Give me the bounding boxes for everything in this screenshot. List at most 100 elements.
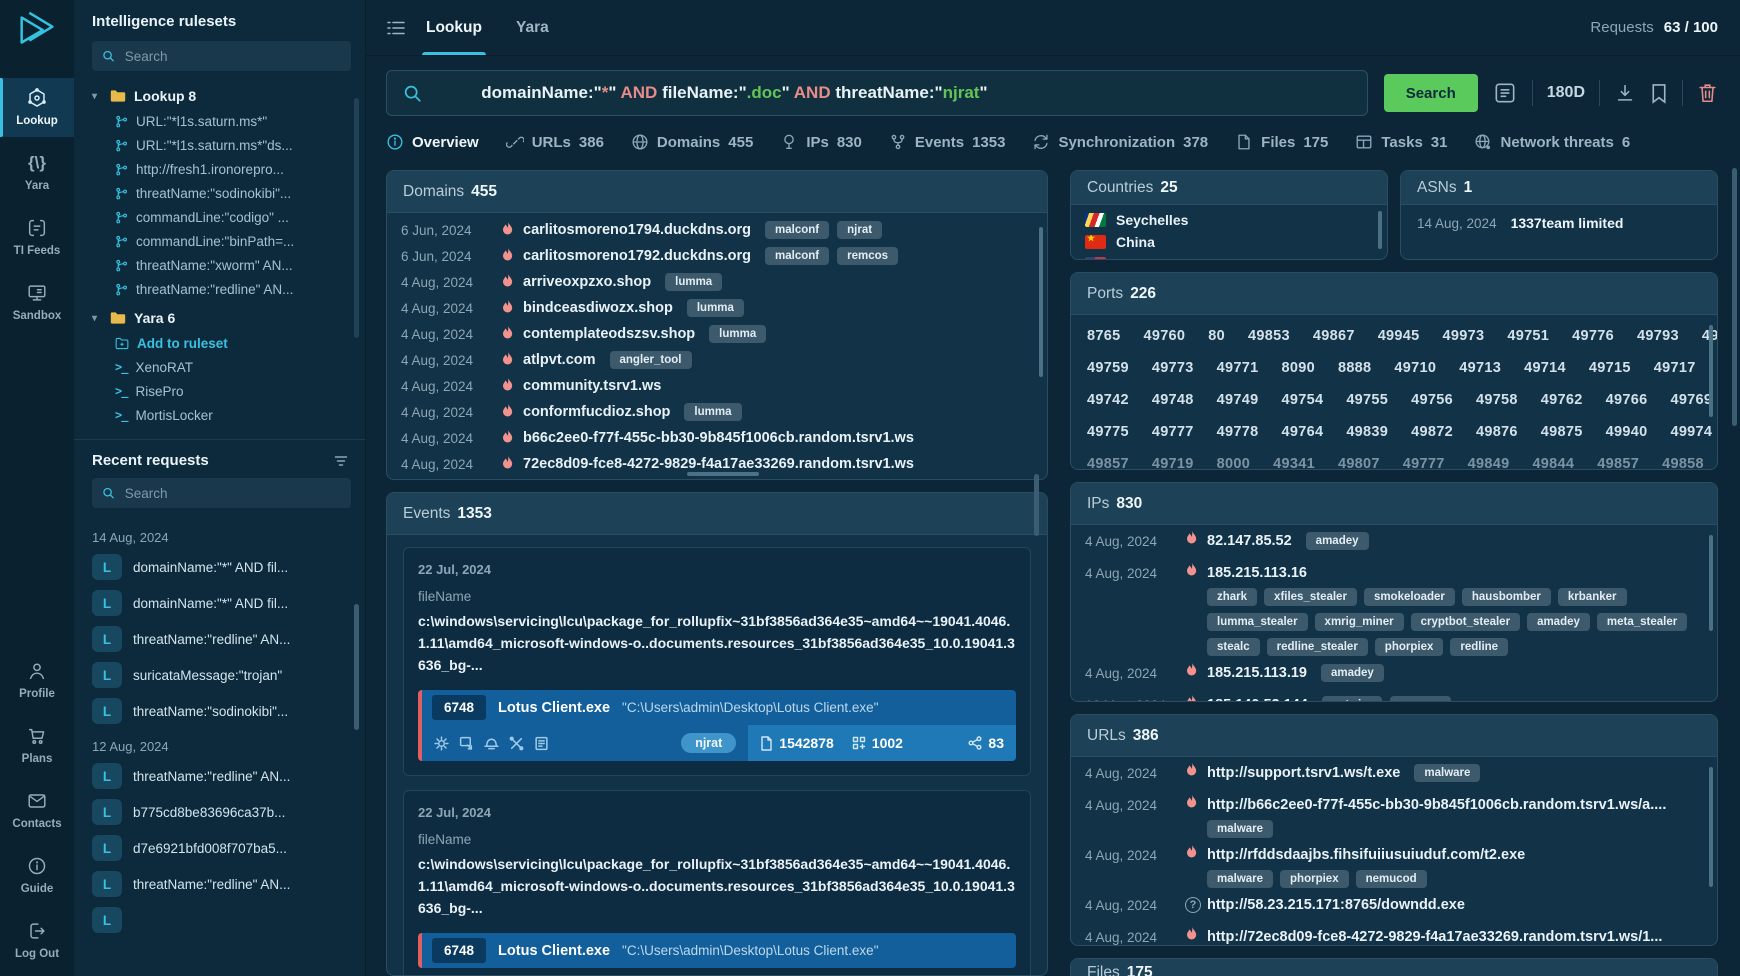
port-number[interactable]: 49749 [1217,392,1259,408]
threat-tag[interactable]: remcos [837,247,898,265]
ruleset-item[interactable]: commandLine:"codigo" ... [74,205,365,229]
url-row[interactable]: 4 Aug, 2024 ? http://72ec8d09-fce8-4272-… [1071,924,1717,946]
port-number[interactable]: 49759 [1087,360,1129,376]
process-row[interactable]: 6748 Lotus Client.exe "C:\Users\admin\De… [418,933,1016,968]
scrollbar-thumb[interactable] [1709,535,1713,631]
threat-tag[interactable]: meta_stealer [1597,613,1687,631]
scrollbar-thumb[interactable] [1709,767,1713,887]
sidebar-item-contacts[interactable]: Contacts [0,781,74,840]
url-text[interactable]: http://support.tsrv1.ws/t.exe [1207,765,1400,781]
download-icon[interactable] [1614,82,1636,104]
ip-address[interactable]: 185.215.113.19 [1207,665,1307,681]
scrollbar-thumb[interactable] [1709,325,1713,417]
ruleset-item[interactable]: threatName:"redline" AN... [74,277,365,301]
rulesets-search[interactable] [92,41,351,71]
port-number[interactable]: 49867 [1313,328,1355,344]
event-card[interactable]: 22 Jul, 2024 fileName c:\windows\servici… [403,790,1031,976]
tab-overview[interactable]: Overview [386,133,479,151]
domain-row[interactable]: 6 Jun, 2024 carlitosmoreno1792.duckdns.o… [387,243,1047,269]
recent-request-item[interactable]: L [74,902,365,938]
trash-icon[interactable] [1697,82,1718,104]
query-list-icon[interactable] [386,19,406,37]
domain-name[interactable]: atlpvt.com [523,352,596,368]
ruleset-item[interactable]: http://fresh1.ironorepro... [74,157,365,181]
port-number[interactable]: 49748 [1152,392,1194,408]
port-number[interactable]: 49973 [1443,328,1485,344]
port-number[interactable]: 49714 [1524,360,1566,376]
caret-down-icon[interactable]: ▾ [92,91,102,102]
tab-tasks[interactable]: Tasks 31 [1355,133,1447,151]
url-row[interactable]: 4 Aug, 2024 ? http://58.23.215.171:8765/… [1071,892,1717,918]
threat-tag[interactable]: xmrig_miner [1315,613,1404,631]
threat-tag[interactable]: malconf [765,247,829,265]
port-number[interactable]: 49715 [1589,360,1631,376]
threat-tag[interactable]: malware [1207,820,1273,838]
port-number[interactable]: 49773 [1152,360,1194,376]
port-number[interactable]: 49775 [1087,424,1129,440]
recent-request-item[interactable]: L domainName:"*" AND fil... [74,549,365,585]
port-number[interactable]: 49778 [1217,424,1259,440]
port-number[interactable]: 49769 [1670,392,1712,408]
threat-tag[interactable]: amadey [1321,664,1384,682]
tab-lookup[interactable]: Lookup [424,0,484,55]
url-text[interactable]: http://72ec8d09-fce8-4272-9829-f4a17ae33… [1207,929,1662,945]
port-number[interactable]: 49754 [1281,392,1323,408]
threat-tag[interactable]: lumma [665,273,722,291]
threat-tag[interactable]: remcos [1390,696,1451,702]
threat-tag[interactable]: zhark [1207,588,1257,606]
port-number[interactable]: 80 [1208,328,1225,344]
domain-name[interactable]: carlitosmoreno1794.duckdns.org [523,222,751,238]
url-row[interactable]: 4 Aug, 2024 ? http://b66c2ee0-f77f-455c-… [1071,792,1717,818]
port-number[interactable]: 49945 [1378,328,1420,344]
port-number[interactable]: 8888 [1338,360,1371,376]
url-text[interactable]: http://rfddsdaajbs.fihsifuiiusuiuduf.com… [1207,847,1525,863]
port-number[interactable]: 49940 [1606,424,1648,440]
domain-row[interactable]: 4 Aug, 2024 b66c2ee0-f77f-455c-bb30-9b84… [387,425,1047,451]
recent-request-item[interactable]: L suricataMessage:"trojan" [74,657,365,693]
asn-row[interactable]: 14 Aug, 2024 1337team limited [1401,205,1717,241]
yara-rule-item[interactable]: >_ RisePro [74,379,365,403]
threat-tag[interactable]: lumma [684,403,741,421]
url-text[interactable]: http://58.23.215.171:8765/downdd.exe [1207,897,1465,913]
domain-name[interactable]: 72ec8d09-fce8-4272-9829-f4a17ae33269.ran… [523,456,914,472]
domain-row[interactable]: 4 Aug, 2024 atlpvt.com angler_tool [387,347,1047,373]
recent-request-item[interactable]: L d7e6921bfd008f707ba5... [74,830,365,866]
recent-request-item[interactable]: L threatName:"redline" AN... [74,621,365,657]
port-number[interactable]: 49742 [1087,392,1129,408]
ip-row[interactable]: 16 May, 2024 ? 185.140.53.144 netwirerem… [1071,692,1717,702]
threat-tag[interactable]: amadey [1306,532,1369,550]
port-number[interactable]: 8090 [1281,360,1314,376]
sidebar-item-yara[interactable]: {\} Yara [0,143,74,202]
port-number[interactable]: 49777 [1403,456,1445,470]
threat-tag[interactable]: netwire [1322,696,1382,702]
bookmark-icon[interactable] [1650,83,1668,104]
ip-row[interactable]: 4 Aug, 2024 ? 185.215.113.19 amadey [1071,660,1717,686]
domain-row[interactable]: 4 Aug, 2024 community.tsrv1.ws [387,373,1047,399]
threat-tag[interactable]: smokeloader [1364,588,1455,606]
anyrun-logo-icon[interactable] [14,9,60,58]
tab-network-threats[interactable]: Network threats 6 [1474,133,1630,151]
tab-events[interactable]: Events 1353 [889,133,1006,151]
ruleset-item[interactable]: threatName:"xworm" AN... [74,253,365,277]
port-number[interactable]: 49844 [1532,456,1574,470]
yara-rule-item[interactable]: >_ MortisLocker [74,403,365,427]
recent-request-item[interactable]: L threatName:"redline" AN... [74,866,365,902]
sidebar-item-plans[interactable]: Plans [0,716,74,775]
ip-address[interactable]: 185.140.53.144 [1207,697,1308,702]
threat-tag[interactable]: lumma [687,299,744,317]
port-number[interactable]: 49771 [1217,360,1259,376]
port-number[interactable]: 49857 [1597,456,1639,470]
threat-tag[interactable]: xfiles_stealer [1264,588,1357,606]
port-number[interactable]: 49766 [1606,392,1648,408]
domain-row[interactable]: 6 Jun, 2024 carlitosmoreno1794.duckdns.o… [387,217,1047,243]
port-number[interactable]: 49849 [1468,456,1510,470]
sidebar-item-ti-feeds[interactable]: TI Feeds [0,208,74,267]
tab-ips[interactable]: IPs 830 [780,133,862,151]
port-number[interactable]: 49876 [1476,424,1518,440]
sidebar-item-lookup[interactable]: Lookup [0,78,74,137]
sidebar-item-logout[interactable]: Log Out [0,911,74,970]
port-number[interactable]: 49760 [1143,328,1185,344]
filter-icon[interactable] [333,454,349,468]
ruleset-item[interactable]: URL:"*l1s.saturn.ms*" [74,109,365,133]
threat-tag[interactable]: hausbomber [1462,588,1551,606]
